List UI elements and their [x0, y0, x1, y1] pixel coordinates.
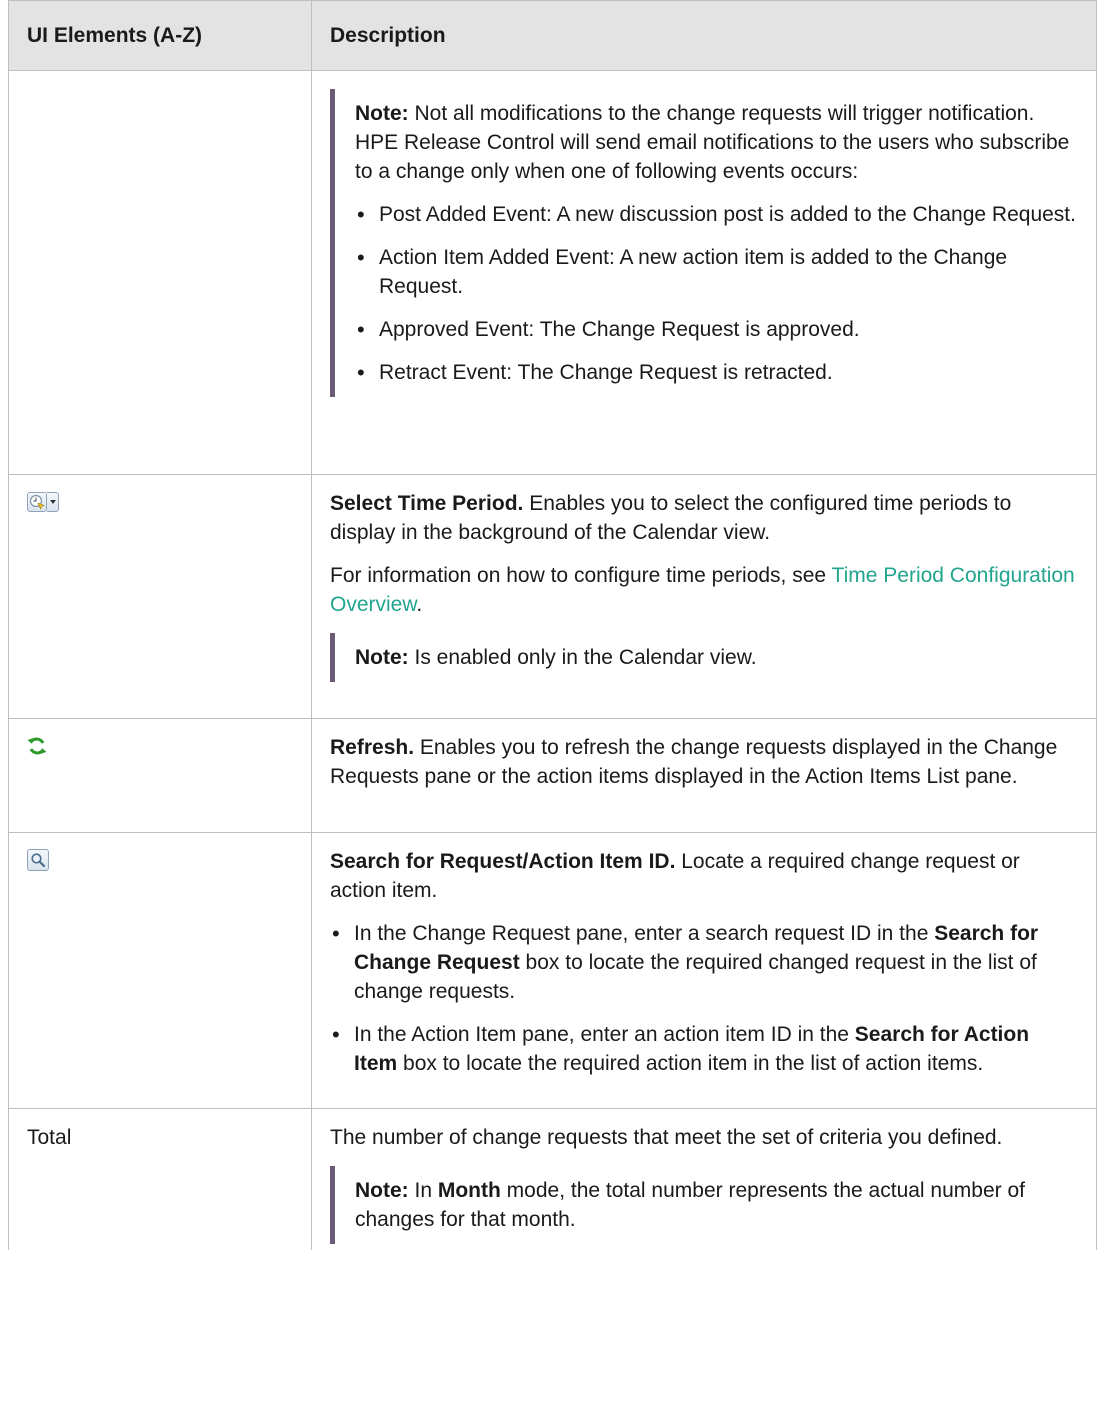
description-paragraph: Select Time Period. Enables you to selec… [330, 489, 1078, 547]
description-cell: Refresh. Enables you to refresh the chan… [311, 718, 1097, 833]
ui-element-cell [8, 70, 312, 475]
description-paragraph: Search for Request/Action Item ID. Locat… [330, 847, 1078, 905]
list-item: Approved Event: The Change Request is ap… [355, 315, 1078, 344]
description-cell: Note: Not all modifications to the chang… [311, 70, 1097, 475]
note-box: Note: In Month mode, the total number re… [330, 1166, 1078, 1244]
table-row: Total The number of change requests that… [8, 1108, 1097, 1250]
info-suffix: . [416, 593, 423, 616]
note-text: Is enabled only in the Calendar view. [408, 646, 757, 669]
note-label: Note: [355, 646, 409, 669]
description-cell: The number of change requests that meet … [311, 1108, 1097, 1250]
note-paragraph: Note: In Month mode, the total number re… [355, 1176, 1078, 1234]
bullet-text: box to locate the required action item i… [397, 1052, 984, 1075]
refresh-icon [27, 735, 47, 764]
bullet-text: In the Change Request pane, enter a sear… [354, 922, 935, 945]
table-row: Search for Request/Action Item ID. Locat… [8, 832, 1097, 1109]
description-cell: Select Time Period. Enables you to selec… [311, 474, 1097, 719]
description-cell: Search for Request/Action Item ID. Locat… [311, 832, 1097, 1109]
time-period-button-icon [27, 492, 47, 512]
note-label: Note: [355, 1179, 409, 1202]
ui-elements-table: UI Elements (A-Z) Description Note: Not … [8, 0, 1097, 1250]
list-item: Post Added Event: A new discussion post … [355, 200, 1078, 229]
ui-element-cell [8, 832, 312, 1109]
bullet-text: In the Action Item pane, enter an action… [354, 1023, 855, 1046]
table-header-row: UI Elements (A-Z) Description [8, 0, 1097, 71]
search-icon [27, 849, 49, 871]
note-text: Not all modifications to the change requ… [355, 102, 1070, 183]
table-row: Select Time Period. Enables you to selec… [8, 474, 1097, 719]
info-paragraph: For information on how to configure time… [330, 561, 1078, 619]
search-bullet-list: In the Change Request pane, enter a sear… [330, 919, 1078, 1078]
list-item: In the Change Request pane, enter a sear… [330, 919, 1078, 1006]
description-paragraph: Refresh. Enables you to refresh the chan… [330, 733, 1078, 791]
list-item: Action Item Added Event: A new action it… [355, 243, 1078, 301]
column-header-description: Description [311, 0, 1097, 71]
table-row: Refresh. Enables you to refresh the chan… [8, 718, 1097, 833]
note-text: In [408, 1179, 438, 1202]
description-text: Enables you to refresh the change reques… [330, 736, 1058, 788]
event-list: Post Added Event: A new discussion post … [355, 200, 1078, 387]
element-title: Select Time Period. [330, 492, 524, 515]
element-title: Search for Request/Action Item ID. [330, 850, 676, 873]
note-paragraph: Note: Is enabled only in the Calendar vi… [355, 643, 1078, 672]
info-text: For information on how to configure time… [330, 564, 832, 587]
list-item: Retract Event: The Change Request is ret… [355, 358, 1078, 387]
element-title: Refresh. [330, 736, 415, 759]
description-paragraph: The number of change requests that meet … [330, 1126, 1003, 1149]
note-bold-text: Month [437, 1179, 501, 1202]
column-header-ui-elements: UI Elements (A-Z) [8, 0, 312, 71]
ui-element-cell [8, 718, 312, 833]
note-box: Note: Not all modifications to the chang… [330, 89, 1078, 397]
chevron-down-icon [47, 492, 59, 512]
note-box: Note: Is enabled only in the Calendar vi… [330, 633, 1078, 682]
note-paragraph: Note: Not all modifications to the chang… [355, 99, 1078, 186]
table-row: Note: Not all modifications to the chang… [8, 70, 1097, 475]
ui-element-cell [8, 474, 312, 719]
list-item: In the Action Item pane, enter an action… [330, 1020, 1078, 1078]
note-label: Note: [355, 102, 409, 125]
time-period-icon [27, 492, 59, 512]
ui-element-cell: Total [8, 1108, 312, 1250]
